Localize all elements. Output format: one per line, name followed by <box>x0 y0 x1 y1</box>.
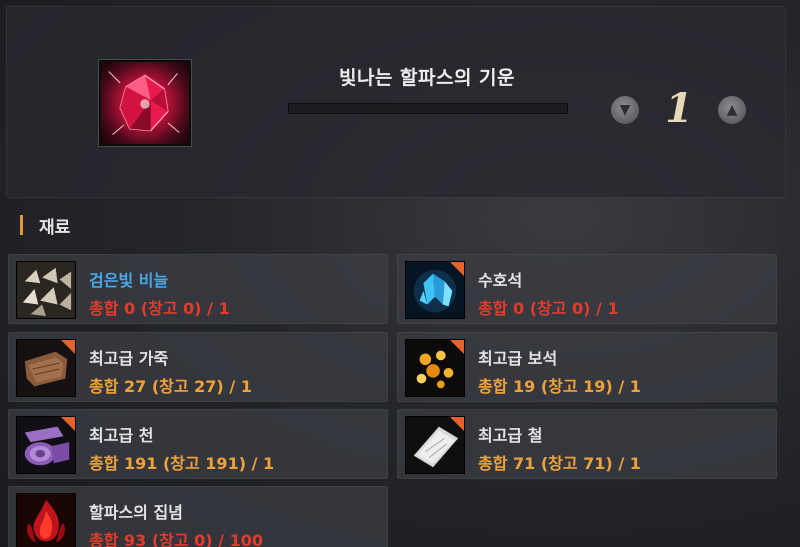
material-name: 수호석 <box>478 271 523 290</box>
blue-crystal-icon <box>405 261 465 319</box>
material-name: 할파스의 집념 <box>89 503 183 522</box>
section-title: 재료 <box>39 217 71 238</box>
item-title: 빛나는 할파스의 기운 <box>338 67 516 89</box>
material-count: 총합 27 (창고 27) / 1 <box>89 377 252 396</box>
material-name: 최고급 가죽 <box>89 349 169 368</box>
material-name: 검은빛 비늘 <box>89 271 169 290</box>
material-card-gems[interactable]: 최고급 보석 총합 19 (창고 19) / 1 <box>397 332 777 402</box>
leather-icon <box>16 339 76 397</box>
notice-corner-flag <box>450 417 464 431</box>
material-name: 최고급 보석 <box>478 349 558 368</box>
material-count: 총합 93 (창고 0) / 100 <box>89 531 263 547</box>
material-card-black-scales[interactable]: 검은빛 비늘 총합 0 (창고 0) / 1 <box>8 254 388 324</box>
gems-icon <box>405 339 465 397</box>
section-accent-bar <box>20 215 23 235</box>
material-name: 최고급 철 <box>478 426 543 445</box>
material-count: 총합 19 (창고 19) / 1 <box>478 377 641 396</box>
quantity-value: 1 <box>665 85 693 132</box>
notice-corner-flag <box>450 262 464 276</box>
notice-corner-flag <box>61 417 75 431</box>
cloth-roll-icon <box>16 416 76 474</box>
triangle-down-icon: ▼ <box>619 102 631 118</box>
triangle-up-icon: ▲ <box>726 102 738 118</box>
pink-crystal-icon <box>98 59 192 147</box>
crafting-header-panel: 빛나는 할파스의 기운 ▼ 1 ▲ <box>6 6 786 198</box>
material-name: 최고급 천 <box>89 426 154 445</box>
notice-corner-flag <box>450 340 464 354</box>
black-scales-icon <box>16 261 76 319</box>
material-count: 총합 0 (창고 0) / 1 <box>89 299 230 318</box>
material-card-cloth[interactable]: 최고급 천 총합 191 (창고 191) / 1 <box>8 409 388 479</box>
increase-quantity-button[interactable]: ▲ <box>717 95 747 125</box>
material-card-leather[interactable]: 최고급 가죽 총합 27 (창고 27) / 1 <box>8 332 388 402</box>
quantity-slider[interactable] <box>288 103 568 114</box>
material-card-guardian-stone[interactable]: 수호석 총합 0 (창고 0) / 1 <box>397 254 777 324</box>
material-count: 총합 71 (창고 71) / 1 <box>478 454 641 473</box>
materials-section-header: 재료 <box>20 214 71 238</box>
decrease-quantity-button[interactable]: ▼ <box>610 95 640 125</box>
material-card-iron[interactable]: 최고급 철 총합 71 (창고 71) / 1 <box>397 409 777 479</box>
red-flame-icon <box>16 493 76 547</box>
material-count: 총합 0 (창고 0) / 1 <box>478 299 619 318</box>
notice-corner-flag <box>61 340 75 354</box>
iron-plate-icon <box>405 416 465 474</box>
material-card-halphas-obsession[interactable]: 할파스의 집념 총합 93 (창고 0) / 100 <box>8 486 388 547</box>
material-count: 총합 191 (창고 191) / 1 <box>89 454 275 473</box>
